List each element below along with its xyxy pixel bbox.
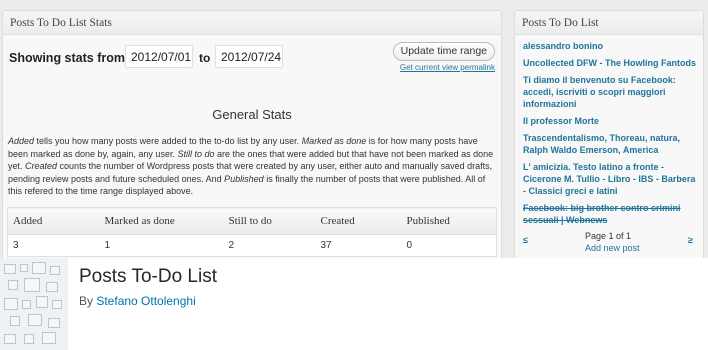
page-info: Page 1 of 1 — [585, 231, 632, 241]
prev-page-link[interactable]: ≤ — [523, 235, 528, 245]
table-row: 3 1 2 37 0 — [8, 235, 497, 257]
desc-text: tells you how many posts were added to t… — [34, 136, 302, 146]
cell-still-to-do: 2 — [228, 240, 235, 251]
todo-list: alessandro bonino Uncollected DFW - The … — [515, 35, 703, 258]
term-created: Created — [25, 161, 58, 171]
todo-item-link[interactable]: alessandro bonino — [523, 40, 697, 52]
stats-panel-title: Posts To Do List Stats — [3, 11, 501, 35]
cell-added: 3 — [13, 240, 19, 251]
permalink-link[interactable]: Get current view permalink — [400, 63, 495, 72]
author-link[interactable]: Stefano Ottolenghi — [96, 294, 195, 308]
range-label: Showing stats from — [9, 51, 125, 65]
by-label: By — [79, 294, 97, 308]
term-published: Published — [224, 173, 264, 184]
update-time-range-button[interactable]: Update time range — [392, 42, 495, 61]
todo-panel-title: Posts To Do List — [515, 11, 703, 35]
cell-published: 0 — [406, 240, 413, 251]
col-created: Created — [315, 207, 402, 235]
todo-item-link[interactable]: Il professor Morte — [523, 115, 697, 127]
from-date-input[interactable]: 2012/07/01 — [125, 45, 193, 68]
todo-item-link[interactable]: Uncollected DFW - The Howling Fantods — [523, 57, 697, 69]
table-header-row: Added Marked as done Still to do Created… — [7, 207, 497, 235]
cell-marked-done: 1 — [104, 240, 111, 251]
todo-item-link[interactable]: Ti diamo il benvenuto su Facebook: acced… — [523, 74, 697, 110]
pagination: ≤ Page 1 of 1 Add new post ≥ — [523, 231, 697, 258]
col-added: Added — [7, 207, 100, 235]
to-label: to — [199, 51, 211, 65]
term-marked-done: Marked as done — [301, 136, 367, 146]
plugin-author-line: By Stefano Ottolenghi — [79, 294, 196, 308]
col-marked-done: Marked as done — [99, 207, 224, 235]
next-page-link[interactable]: ≥ — [688, 235, 693, 245]
term-still-to-do: Still to do — [177, 148, 215, 159]
todo-item-link[interactable]: Trascendentalismo, Thoreau, natura, Ralp… — [523, 132, 697, 156]
cell-created: 37 — [320, 240, 332, 251]
plugin-title: Posts To-Do List — [79, 266, 217, 287]
term-added: Added — [8, 136, 35, 146]
to-date-input[interactable]: 2012/07/24 — [215, 45, 283, 68]
stats-panel: Posts To Do List Stats Showing stats fro… — [2, 10, 502, 258]
col-still-to-do: Still to do — [223, 207, 316, 235]
plugin-icon — [0, 258, 68, 350]
plugin-header: Posts To-Do List By Stefano Ottolenghi — [0, 258, 708, 350]
general-stats-heading: General Stats — [212, 107, 292, 122]
todo-item-link[interactable]: L' amicizia. Testo latino a fronte - Cic… — [523, 161, 697, 197]
date-range-row: Showing stats from 2012/07/01 to 2012/07… — [9, 42, 495, 72]
screenshot-banner: Posts To Do List Stats Showing stats fro… — [0, 0, 708, 258]
add-new-post-link[interactable]: Add new post — [585, 243, 640, 253]
stats-description: Added tells you how many posts were adde… — [8, 135, 496, 198]
col-published: Published — [401, 207, 497, 235]
todo-item-link-done[interactable]: Facebook: big brother contro crimini ses… — [523, 202, 697, 226]
stats-table: Added Marked as done Still to do Created… — [7, 207, 497, 257]
todo-panel: Posts To Do List alessandro bonino Uncol… — [514, 10, 704, 258]
